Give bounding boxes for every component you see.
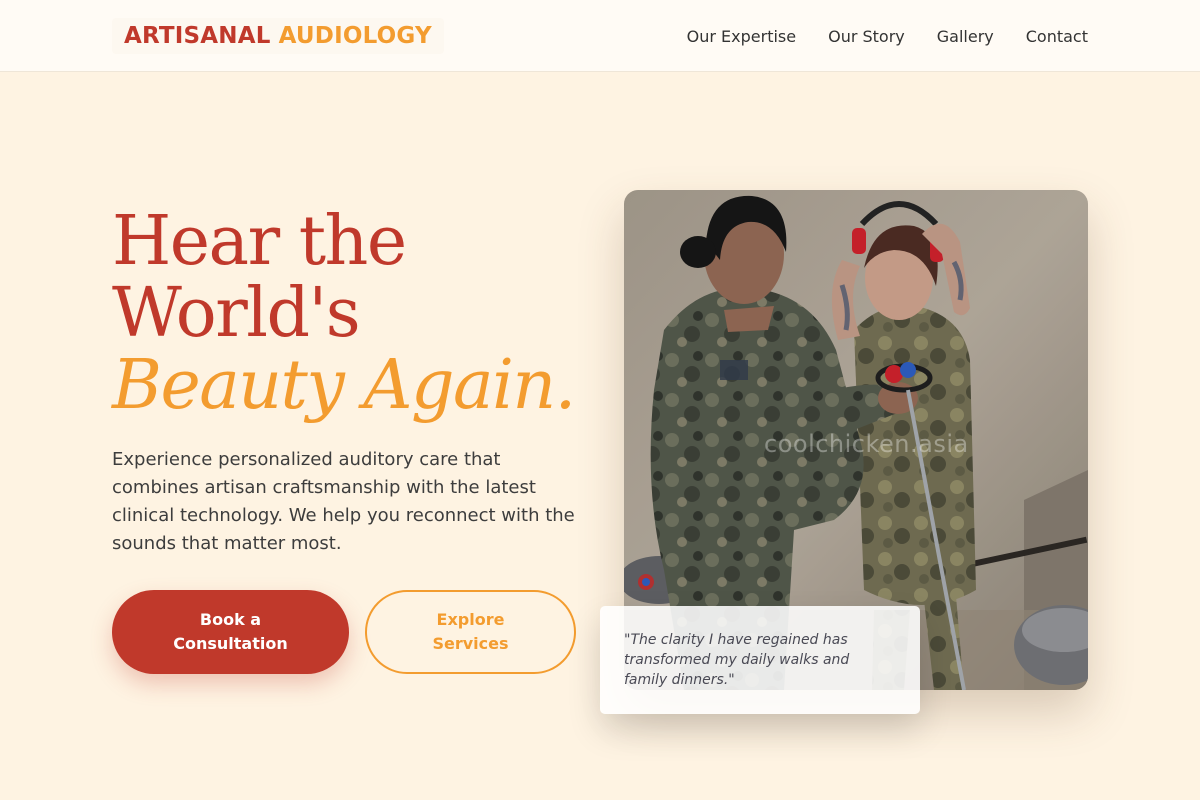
main-nav: Our Expertise Our Story Gallery Contact (687, 0, 1088, 72)
book-consultation-button[interactable]: Book a Consultation (112, 590, 349, 674)
hero-title-line-1: Hear the (112, 202, 407, 281)
site-header: ARTISANAL AUDIOLOGY Our Expertise Our St… (0, 0, 1200, 72)
nav-link-gallery[interactable]: Gallery (937, 27, 994, 46)
nav-link-contact[interactable]: Contact (1026, 27, 1088, 46)
explore-services-button[interactable]: Explore Services (365, 590, 576, 674)
image-watermark: coolchicken.asia (764, 430, 969, 458)
site-logo[interactable]: ARTISANAL AUDIOLOGY (112, 18, 444, 54)
testimonial-card: "The clarity I have regained has transfo… (600, 606, 920, 714)
logo-word-artisanal: ARTISANAL (124, 23, 271, 49)
hero-title: Hear the World's Beauty Again. (112, 206, 592, 422)
hero-title-accent: Beauty Again. (112, 346, 576, 425)
nav-link-our-expertise[interactable]: Our Expertise (687, 27, 796, 46)
nav-link-our-story[interactable]: Our Story (828, 27, 905, 46)
logo-word-audiology: AUDIOLOGY (278, 23, 432, 49)
testimonial-quote: "The clarity I have regained has transfo… (624, 632, 850, 688)
hero-description: Experience personalized auditory care th… (112, 449, 575, 554)
hero-title-line-2: World's (112, 274, 361, 353)
